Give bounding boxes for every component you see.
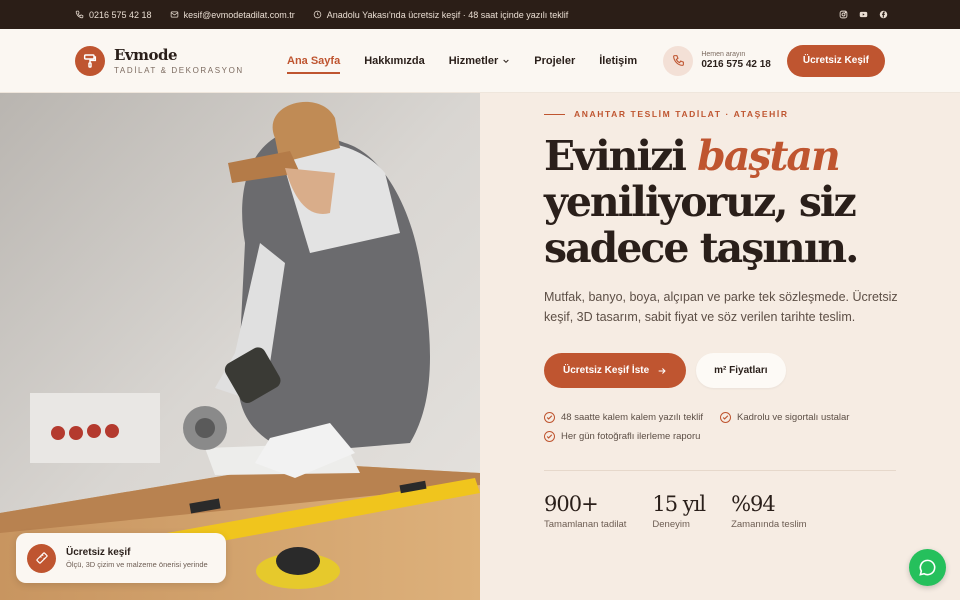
youtube-icon[interactable]	[859, 10, 868, 19]
hero-content: ANAHTAR TESLİM TADİLAT · ATAŞEHİR Eviniz…	[544, 93, 904, 530]
chat-bubble-icon	[919, 559, 936, 576]
stat-value: %94	[731, 492, 776, 516]
topbar-notice-text: Anadolu Yakası'nda ücretsiz keşif · 48 s…	[326, 9, 569, 20]
brand-tagline: TADİLAT & DEKORASYON	[114, 66, 244, 75]
call-info[interactable]: Hemen arayın 0216 575 42 18	[701, 51, 771, 70]
topbar-notice: Anadolu Yakası'nda ücretsiz keşif · 48 s…	[313, 9, 569, 20]
check-circle-icon	[544, 412, 555, 423]
headline-part-2: yeniliyoruz, siz	[544, 178, 857, 226]
topbar-phone[interactable]: 0216 575 42 18	[75, 10, 152, 20]
float-card-title: Ücretsiz keşif	[66, 547, 131, 558]
topbar-email-text: kesif@evmodetadilat.com.tr	[183, 9, 295, 20]
eyebrow-text: ANAHTAR TESLİM TADİLAT · ATAŞEHİR	[574, 109, 789, 119]
mail-icon	[170, 11, 178, 18]
nav-contact-label: İletişim	[599, 54, 638, 67]
logo[interactable]: Evmode TADİLAT & DEKORASYON	[75, 45, 285, 76]
nav-home[interactable]: Ana Sayfa	[287, 54, 341, 74]
ruler-icon	[27, 543, 56, 573]
instagram-icon[interactable]	[839, 10, 848, 19]
nav-home-label: Ana Sayfa	[287, 54, 341, 67]
feature-check-text: 48 saatte kalem kalem yazılı teklif	[561, 412, 704, 423]
feature-check-item: Kadrolu ve sigortalı ustalar	[720, 412, 900, 423]
stat-value: 900+	[544, 492, 599, 516]
headline-part-3: sadece taşının.	[544, 224, 859, 272]
stat-on-time: %94 Zamanında teslim	[731, 492, 807, 530]
divider	[544, 470, 896, 471]
hero-headline: Evinizi baştan yeniliyoruz, siz sadece t…	[544, 133, 904, 271]
social-links	[839, 10, 888, 19]
nav-about-label: Hakkımızda	[364, 54, 425, 67]
phone-icon	[75, 10, 84, 19]
stat-label: Zamanında teslim	[731, 519, 807, 530]
hero-eyebrow: ANAHTAR TESLİM TADİLAT · ATAŞEHİR	[544, 109, 904, 119]
topbar-email[interactable]: kesif@evmodetadilat.com.tr	[170, 10, 295, 20]
call-number: 0216 575 42 18	[701, 59, 771, 70]
call-label: Hemen arayın	[701, 51, 746, 58]
feature-check-text: Kadrolu ve sigortalı ustalar	[737, 412, 850, 423]
feature-check-text: Her gün fotoğraflı ilerleme raporu	[561, 431, 701, 442]
topbar-phone-text: 0216 575 42 18	[89, 9, 152, 20]
eyebrow-line	[544, 113, 565, 115]
nav-contact[interactable]: İletişim	[599, 55, 637, 67]
free-survey-button[interactable]: Ücretsiz Keşif	[786, 44, 885, 77]
brand-name: Evmode	[114, 46, 178, 64]
float-card-text: Ölçü, 3D çizim ve malzeme önerisi yerind…	[66, 560, 208, 569]
stat-label: Deneyim	[652, 519, 690, 530]
stat-completed: 900+ Tamamlanan tadilat	[544, 492, 626, 530]
main-nav: Ana Sayfa Hakkımızda Hizmetler Projeler …	[287, 54, 637, 74]
free-survey-card[interactable]: Ücretsiz keşif Ölçü, 3D çizim ve malzeme…	[16, 533, 226, 583]
site-header: Evmode TADİLAT & DEKORASYON Ana Sayfa Ha…	[0, 29, 960, 93]
headline-accent: baştan	[697, 132, 841, 180]
check-circle-icon	[720, 412, 731, 423]
stat-experience: 15 yıl Deneyim	[652, 492, 706, 530]
feature-check-item: Her gün fotoğraflı ilerleme raporu	[544, 431, 720, 442]
check-circle-icon	[544, 431, 555, 442]
nav-services-label: Hizmetler	[448, 54, 499, 67]
chevron-down-icon	[503, 59, 509, 63]
request-survey-button[interactable]: Ücretsiz Keşif İste	[544, 353, 687, 388]
stat-value: 15 yıl	[652, 492, 706, 516]
stat-label: Tamamlanan tadilat	[544, 519, 627, 530]
paint-roller-icon	[75, 45, 105, 76]
hero-lead: Mutfak, banyo, boya, alçıpan ve parke te…	[544, 290, 898, 324]
hero-image	[0, 93, 480, 600]
hero-buttons: Ücretsiz Keşif İste m² Fiyatları	[544, 353, 904, 388]
nav-services[interactable]: Hizmetler	[449, 55, 511, 67]
clock-icon	[313, 10, 321, 19]
nav-projects-label: Projeler	[534, 54, 576, 67]
feature-check-item: 48 saatte kalem kalem yazılı teklif	[544, 412, 720, 423]
feature-checks: 48 saatte kalem kalem yazılı teklif Kadr…	[544, 412, 904, 442]
nav-about[interactable]: Hakkımızda	[364, 55, 425, 67]
headline-part-1: Evinizi	[544, 132, 698, 180]
stats-row: 900+ Tamamlanan tadilat 15 yıl Deneyim %…	[544, 492, 904, 530]
phone-icon[interactable]	[663, 45, 694, 76]
whatsapp-chat-button[interactable]	[909, 549, 946, 586]
arrow-right-icon	[658, 367, 666, 374]
nav-projects[interactable]: Projeler	[534, 55, 575, 67]
top-info-bar: 0216 575 42 18 kesif@evmodetadilat.com.t…	[0, 0, 960, 29]
sqm-prices-button[interactable]: m² Fiyatları	[696, 353, 786, 388]
facebook-icon[interactable]	[879, 10, 888, 19]
request-survey-label: Ücretsiz Keşif İste	[563, 365, 650, 376]
header-actions: Hemen arayın 0216 575 42 18 Ücretsiz Keş…	[663, 44, 885, 77]
